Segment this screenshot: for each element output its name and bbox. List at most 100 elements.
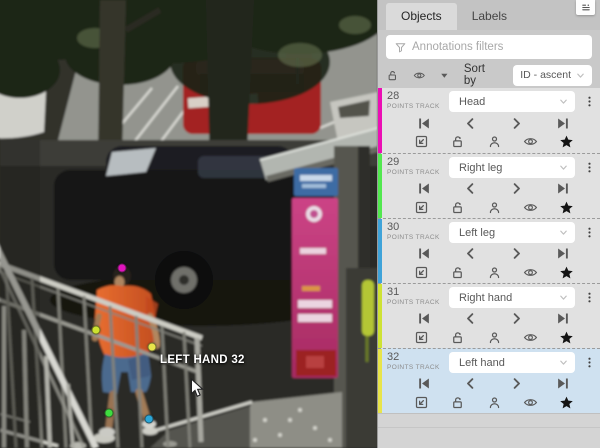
lock-all-icon[interactable] [386, 69, 399, 82]
label-selector-value: Right hand [459, 292, 557, 304]
sort-order-value: ID - ascent [520, 69, 571, 81]
first-keyframe-icon[interactable] [417, 116, 432, 131]
lock-open-icon[interactable] [450, 134, 465, 149]
lock-open-icon[interactable] [450, 330, 465, 345]
item-menu-icon[interactable] [583, 224, 596, 241]
first-keyframe-icon[interactable] [417, 376, 432, 391]
label-selector[interactable]: Left hand [449, 352, 575, 373]
object-item-29[interactable]: 29 POINTS TRACK Right leg [378, 153, 600, 218]
annotation-canvas[interactable]: LEFT HAND 32 [0, 0, 378, 448]
next-keyframe-icon[interactable] [509, 116, 524, 131]
prev-keyframe-icon[interactable] [463, 181, 478, 196]
prev-keyframe-icon[interactable] [463, 311, 478, 326]
hide-eye-icon[interactable] [523, 200, 538, 215]
object-type: POINTS TRACK [387, 170, 449, 177]
tab-labels[interactable]: Labels [457, 3, 522, 30]
prev-keyframe-icon[interactable] [463, 116, 478, 131]
item-menu-icon[interactable] [583, 354, 596, 371]
occluded-person-icon[interactable] [487, 395, 502, 410]
sidebar-collapse-button[interactable] [576, 0, 595, 15]
keyframe-star-icon[interactable] [559, 330, 574, 345]
next-keyframe-icon[interactable] [509, 311, 524, 326]
lock-open-icon[interactable] [450, 395, 465, 410]
object-id: 29 [387, 157, 449, 168]
object-item-31[interactable]: 31 POINTS TRACK Right hand [378, 283, 600, 348]
sort-by-label: Sort by [464, 63, 499, 87]
point-right-hand[interactable] [92, 326, 101, 335]
next-keyframe-icon[interactable] [509, 181, 524, 196]
label-selector[interactable]: Right hand [449, 287, 575, 308]
object-type: POINTS TRACK [387, 365, 449, 372]
object-item-28[interactable]: 28 POINTS TRACK Head [378, 88, 600, 153]
point-right-leg[interactable] [105, 409, 114, 418]
chevron-down-icon [557, 291, 570, 304]
chevron-down-icon [557, 356, 570, 369]
object-id: 30 [387, 222, 449, 233]
outside-icon[interactable] [414, 395, 429, 410]
outside-icon[interactable] [414, 200, 429, 215]
object-type: POINTS TRACK [387, 104, 449, 111]
object-type: POINTS TRACK [387, 235, 449, 242]
last-keyframe-icon[interactable] [555, 311, 570, 326]
hide-eye-icon[interactable] [523, 395, 538, 410]
occluded-person-icon[interactable] [487, 200, 502, 215]
prev-keyframe-icon[interactable] [463, 246, 478, 261]
mouse-cursor [189, 378, 205, 398]
hide-all-eye-icon[interactable] [413, 69, 426, 82]
filter-section [378, 30, 600, 62]
outside-icon[interactable] [414, 330, 429, 345]
track-label: LEFT HAND 32 [160, 354, 245, 366]
occluded-person-icon[interactable] [487, 265, 502, 280]
tab-labels-label: Labels [472, 9, 507, 23]
point-left-leg[interactable] [145, 415, 154, 424]
keyframe-star-icon[interactable] [559, 265, 574, 280]
lock-open-icon[interactable] [450, 265, 465, 280]
item-menu-icon[interactable] [583, 289, 596, 306]
item-menu-icon[interactable] [583, 159, 596, 176]
lock-open-icon[interactable] [450, 200, 465, 215]
chevron-down-icon [557, 95, 570, 108]
occluded-person-icon[interactable] [487, 330, 502, 345]
label-selector-value: Right leg [459, 162, 557, 174]
outside-icon[interactable] [414, 134, 429, 149]
last-keyframe-icon[interactable] [555, 246, 570, 261]
sort-row: Sort by ID - ascent [378, 62, 600, 88]
outside-icon[interactable] [414, 265, 429, 280]
first-keyframe-icon[interactable] [417, 181, 432, 196]
first-keyframe-icon[interactable] [417, 311, 432, 326]
object-item-30[interactable]: 30 POINTS TRACK Left leg [378, 218, 600, 283]
object-id: 31 [387, 287, 449, 298]
sidebar-tabs: Objects Labels [378, 0, 600, 30]
label-selector[interactable]: Left leg [449, 222, 575, 243]
object-item-32[interactable]: 32 POINTS TRACK Left hand [378, 348, 600, 413]
chevron-down-icon [574, 69, 587, 82]
tab-objects[interactable]: Objects [386, 3, 457, 30]
last-keyframe-icon[interactable] [555, 376, 570, 391]
hide-eye-icon[interactable] [523, 330, 538, 345]
tab-objects-label: Objects [401, 9, 442, 23]
keyframe-star-icon[interactable] [559, 134, 574, 149]
keyframe-star-icon[interactable] [559, 200, 574, 215]
next-keyframe-icon[interactable] [509, 376, 524, 391]
last-keyframe-icon[interactable] [555, 181, 570, 196]
keyframe-star-icon[interactable] [559, 395, 574, 410]
item-menu-icon[interactable] [583, 93, 596, 110]
label-selector[interactable]: Head [449, 91, 575, 112]
point-head[interactable] [118, 264, 127, 273]
next-keyframe-icon[interactable] [509, 246, 524, 261]
occluded-person-icon[interactable] [487, 134, 502, 149]
hide-eye-icon[interactable] [523, 134, 538, 149]
label-selector[interactable]: Right leg [449, 157, 575, 178]
annotations-filter-input[interactable] [386, 35, 592, 59]
objects-list: 28 POINTS TRACK Head [378, 88, 600, 448]
hide-eye-icon[interactable] [523, 265, 538, 280]
first-keyframe-icon[interactable] [417, 246, 432, 261]
prev-keyframe-icon[interactable] [463, 376, 478, 391]
list-empty-area [378, 413, 600, 448]
sort-order-select[interactable]: ID - ascent [513, 65, 592, 86]
last-keyframe-icon[interactable] [555, 116, 570, 131]
point-left-hand[interactable] [148, 343, 157, 352]
object-id: 28 [387, 91, 449, 102]
objects-sidebar: Objects Labels Sort by ID - ascent [378, 0, 600, 448]
caret-down-icon[interactable] [439, 70, 450, 81]
